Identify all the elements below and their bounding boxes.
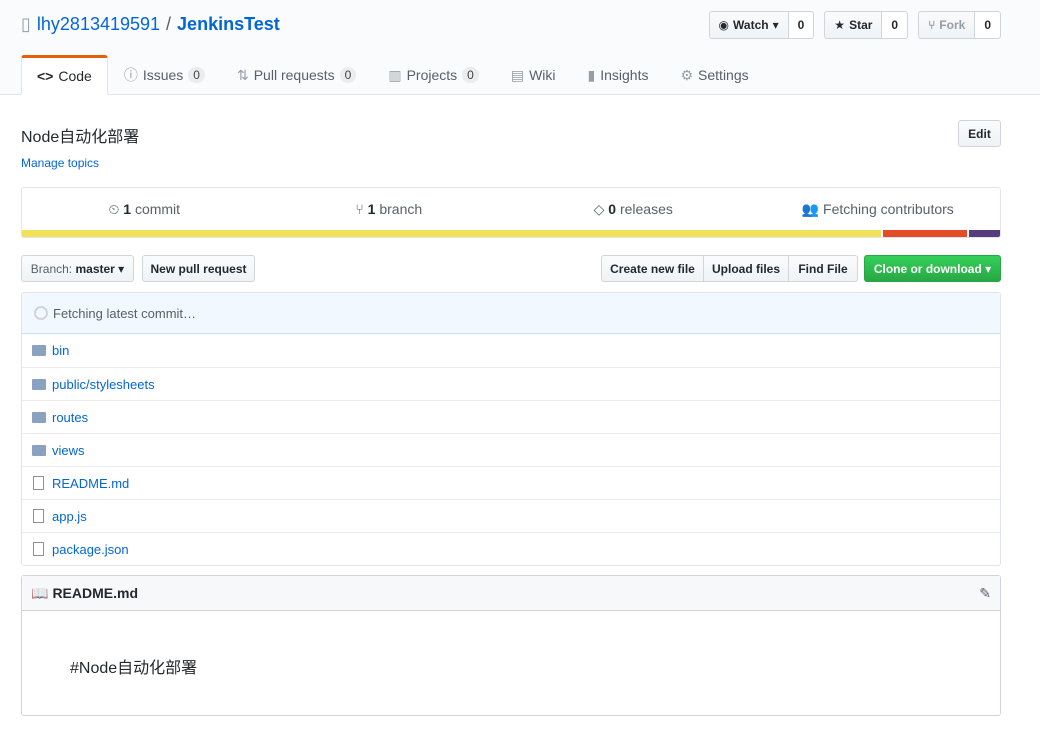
branches-link[interactable]: ⑂ 1 branch [267, 201, 512, 217]
new-pull-request-button[interactable]: New pull request [142, 255, 255, 282]
tab-projects[interactable]: ▥ Projects 0 [372, 55, 495, 95]
graph-icon: ▮ [587, 66, 596, 83]
separator: / [166, 14, 172, 34]
releases-link[interactable]: ◇ 0 releases [511, 201, 756, 218]
language-segment[interactable] [883, 230, 967, 237]
file-row[interactable]: routes [22, 400, 1000, 433]
gear-icon: ⚙ [680, 66, 694, 83]
manage-topics-link[interactable]: Manage topics [21, 156, 99, 170]
eye-icon: ◉ [718, 18, 730, 32]
file-link[interactable]: routes [52, 410, 88, 425]
file-list: Fetching latest commit… bin public/styles… [21, 292, 1001, 566]
create-new-file-button[interactable]: Create new file [601, 255, 704, 282]
repo-title: ▯ lhy2813419591 / JenkinsTest [21, 14, 280, 35]
book-icon: ▤ [510, 66, 525, 83]
watch-count[interactable]: 0 [788, 11, 815, 39]
watch-button[interactable]: ◉ Watch ▾ 0 [708, 11, 815, 39]
file-link[interactable]: app.js [52, 509, 87, 524]
repo-summary: ⏲ 1 commit ⑂ 1 branch ◇ 0 releases 👥 Fet… [21, 187, 1001, 238]
star-count[interactable]: 0 [882, 11, 909, 39]
file-link[interactable]: package.json [52, 542, 129, 557]
spinner-icon [34, 306, 48, 320]
folder-icon [32, 411, 46, 423]
commits-link[interactable]: ⏲ 1 commit [22, 201, 267, 218]
tab-settings[interactable]: ⚙ Settings [664, 55, 764, 95]
folder-icon [32, 345, 46, 356]
repo-description: Node自动化部署 [21, 129, 140, 146]
star-button[interactable]: ★ Star 0 [824, 11, 909, 39]
issue-icon: ⓘ [123, 67, 138, 83]
pr-icon: ⇅ [236, 66, 249, 83]
branch-select[interactable]: Branch: master ▾ [21, 255, 134, 282]
tab-insights[interactable]: ▮ Insights [572, 55, 665, 95]
contributors-link[interactable]: 👥 Fetching contributors [756, 201, 1001, 218]
file-row[interactable]: public/stylesheets [22, 367, 1000, 400]
project-icon: ▥ [388, 66, 402, 83]
find-file-button[interactable]: Find File [789, 255, 858, 282]
code-icon: <> [37, 68, 54, 84]
fork-button[interactable]: ⑂ Fork 0 [918, 11, 1001, 39]
readme-panel: 📖 README.md ✎ #Node自动化部署 [21, 575, 1001, 716]
file-link[interactable]: views [52, 443, 85, 458]
file-icon [33, 542, 44, 556]
latest-commit: Fetching latest commit… [22, 293, 1000, 334]
edit-button[interactable]: Edit [958, 120, 1001, 147]
file-row[interactable]: package.json [22, 532, 1000, 565]
upload-files-button[interactable]: Upload files [704, 255, 789, 282]
file-link[interactable]: public/stylesheets [52, 377, 155, 392]
repo-link[interactable]: JenkinsTest [177, 14, 280, 35]
file-row[interactable]: app.js [22, 499, 1000, 532]
tab-pull-requests[interactable]: ⇅ Pull requests 0 [221, 55, 372, 95]
file-link[interactable]: README.md [52, 476, 129, 491]
language-bar[interactable] [22, 230, 1000, 237]
tab-code[interactable]: <> Code [21, 55, 108, 95]
owner-link[interactable]: lhy2813419591 [37, 14, 160, 35]
language-segment[interactable] [22, 230, 882, 237]
language-segment[interactable] [968, 230, 1000, 237]
file-icon [33, 476, 44, 490]
pencil-icon[interactable]: ✎ [979, 585, 991, 602]
tab-wiki[interactable]: ▤ Wiki [495, 55, 572, 95]
file-link[interactable]: bin [52, 343, 69, 358]
tab-issues[interactable]: ⓘ Issues 0 [108, 55, 221, 95]
clone-download-button[interactable]: Clone or download ▾ [864, 255, 1001, 282]
fork-count[interactable]: 0 [975, 11, 1001, 39]
repo-icon: ▯ [21, 14, 31, 34]
readme-content: #Node自动化部署 [70, 660, 198, 677]
book-icon: 📖 [31, 584, 49, 601]
file-row[interactable]: views [22, 433, 1000, 466]
folder-icon [32, 444, 46, 456]
file-icon [33, 509, 44, 523]
file-row[interactable]: bin [22, 334, 1000, 367]
star-icon: ★ [834, 18, 846, 32]
readme-title: README.md [52, 585, 138, 601]
file-row[interactable]: README.md [22, 466, 1000, 499]
folder-icon [32, 378, 46, 390]
repo-header: ▯ lhy2813419591 / JenkinsTest ◉ Watch ▾ 0 … [0, 0, 1040, 95]
fork-icon: ⑂ [928, 18, 936, 32]
